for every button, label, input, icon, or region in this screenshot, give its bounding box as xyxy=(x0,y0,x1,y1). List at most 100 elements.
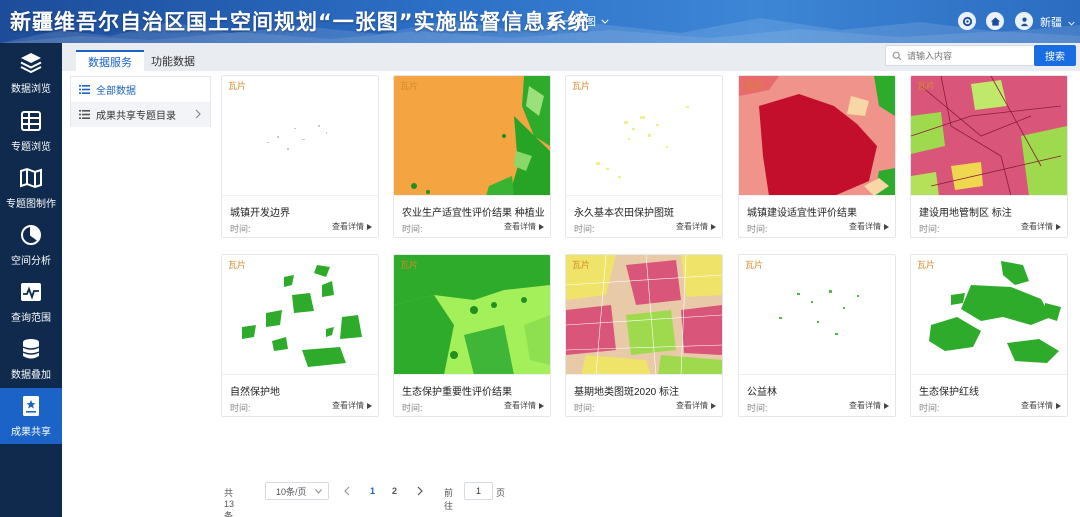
map-thumbnail xyxy=(911,255,1067,374)
chevron-down-icon xyxy=(601,19,609,24)
gear-icon xyxy=(962,16,972,26)
card-thumbnail xyxy=(911,76,1067,196)
card-thumbnail xyxy=(222,76,378,196)
card-time: 时间: xyxy=(747,403,768,413)
data-card-ecological-importance[interactable]: 瓦片 生态保护重要性评价结果 时间: 查看详情 xyxy=(393,254,551,417)
view-details-label: 查看详情 xyxy=(676,401,708,410)
sidebar-item-label: 数据叠加 xyxy=(11,370,51,381)
card-title: 建设用地管制区 标注 xyxy=(919,208,1012,219)
page-suffix-label: 页 xyxy=(496,488,506,498)
view-details-link[interactable]: 查看详情 xyxy=(332,400,372,411)
map-thumbnail xyxy=(911,76,1067,195)
map-thumbnail xyxy=(739,255,895,374)
view-details-link[interactable]: 查看详情 xyxy=(504,221,544,232)
card-time: 时间: xyxy=(402,403,423,413)
prev-page-button[interactable] xyxy=(342,485,352,497)
data-card-urban-construction-suitability[interactable]: 瓦片 城镇建设适宜性评价结果 时间: 查看详情 xyxy=(738,75,896,238)
sidebar-item-map-making[interactable]: 专题图制作 xyxy=(0,160,62,216)
header-divider xyxy=(535,13,536,31)
next-page-button[interactable] xyxy=(415,485,425,497)
page-number-1[interactable]: 1 xyxy=(370,486,375,496)
card-thumbnail xyxy=(394,255,550,375)
card-time: 时间: xyxy=(919,224,940,234)
sidebar-item-spatial-analysis[interactable]: 空间分析 xyxy=(0,217,62,273)
user-avatar-button[interactable] xyxy=(1015,12,1033,30)
tab-data-service[interactable]: 数据服务 xyxy=(76,50,144,71)
card-time: 时间: xyxy=(230,224,251,234)
sidebar-item-topic-browse[interactable]: 专题浏览 xyxy=(0,103,62,159)
data-card-urban-boundary[interactable]: 瓦片 城镇开发边界 时间: 查看详情 xyxy=(221,75,379,238)
sidebar-item-query-range[interactable]: 查询范围 xyxy=(0,274,62,330)
card-title: 农业生产适宜性评价结果 种植业 xyxy=(402,208,545,219)
card-thumbnail xyxy=(222,255,378,375)
search-button[interactable]: 搜索 xyxy=(1034,45,1076,66)
data-card-public-forest[interactable]: 瓦片 公益林 时间: 查看详情 xyxy=(738,254,896,417)
page-number-2[interactable]: 2 xyxy=(392,486,397,496)
view-details-link[interactable]: 查看详情 xyxy=(332,221,372,232)
category-label: 全部数据 xyxy=(96,86,136,97)
card-tag: 瓦片 xyxy=(228,260,247,270)
card-tag: 瓦片 xyxy=(228,81,247,91)
category-all-data[interactable]: 全部数据 xyxy=(71,77,210,102)
view-details-link[interactable]: 查看详情 xyxy=(504,400,544,411)
caret-right-icon xyxy=(1056,402,1061,409)
layers-icon xyxy=(20,53,42,74)
card-title: 生态保护重要性评价结果 xyxy=(402,387,512,398)
region-selector[interactable]: 新疆 xyxy=(1040,14,1075,30)
view-details-link[interactable]: 查看详情 xyxy=(676,221,716,232)
map-thumbnail xyxy=(394,255,550,374)
map-thumbnail xyxy=(222,76,378,195)
card-tag: 瓦片 xyxy=(745,81,764,91)
data-card-construction-land-control[interactable]: 瓦片 建设用地管制区 标注 时间: 查看详情 xyxy=(910,75,1068,238)
view-details-label: 查看详情 xyxy=(1021,222,1053,231)
settings-button[interactable] xyxy=(958,12,976,30)
page-size-select[interactable]: 10条/页 xyxy=(265,482,329,500)
category-share-catalog[interactable]: 成果共享专题目录 xyxy=(71,102,210,127)
goto-page-input[interactable] xyxy=(464,482,493,500)
view-details-link[interactable]: 查看详情 xyxy=(676,400,716,411)
home-button[interactable] xyxy=(986,12,1004,30)
view-details-label: 查看详情 xyxy=(849,401,881,410)
database-icon xyxy=(22,339,40,359)
tab-label: 数据服务 xyxy=(88,56,132,69)
view-details-link[interactable]: 查看详情 xyxy=(1021,400,1061,411)
map-thumbnail xyxy=(222,255,378,374)
search-input[interactable] xyxy=(907,50,1027,61)
caret-right-icon xyxy=(539,223,544,230)
category-panel: 全部数据 成果共享专题目录 xyxy=(70,76,211,127)
tab-function-data[interactable]: 功能数据 xyxy=(139,50,207,71)
app-title: 新疆维吾尔自治区国土空间规划“一张图”实施监督信息系统 xyxy=(10,10,590,34)
category-label: 成果共享专题目录 xyxy=(96,111,176,122)
view-details-link[interactable]: 查看详情 xyxy=(1021,221,1061,232)
pie-icon xyxy=(21,225,41,245)
card-time: 时间: xyxy=(919,403,940,413)
view-details-link[interactable]: 查看详情 xyxy=(849,400,889,411)
card-time: 时间: xyxy=(747,224,768,234)
data-card-nature-reserve[interactable]: 瓦片 自然保护地 时间: 查看详情 xyxy=(221,254,379,417)
scope-selector[interactable]: 一张图 xyxy=(546,13,609,29)
card-tag: 瓦片 xyxy=(917,81,936,91)
sidebar-item-data-browse[interactable]: 数据浏览 xyxy=(0,45,62,101)
sidebar-item-result-share[interactable]: 成果共享 xyxy=(0,388,62,444)
caret-right-icon xyxy=(367,223,372,230)
sidebar-item-data-overlay[interactable]: 数据叠加 xyxy=(0,331,62,387)
view-details-label: 查看详情 xyxy=(676,222,708,231)
user-icon xyxy=(1020,17,1028,26)
sidebar: 数据浏览 专题浏览 专题图制作 空间分析 查询范围 数据叠加 成果共享 xyxy=(0,43,62,517)
caret-right-icon xyxy=(1056,223,1061,230)
tab-label: 功能数据 xyxy=(151,55,195,68)
data-card-base-land-use-2020[interactable]: 瓦片 基期地类图斑2020 标注 时间: 查看详情 xyxy=(565,254,723,417)
sidebar-item-label: 查询范围 xyxy=(11,313,51,324)
card-time: 时间: xyxy=(574,403,595,413)
card-tag: 瓦片 xyxy=(572,260,591,270)
data-card-agriculture-suitability[interactable]: 瓦片 农业生产适宜性评价结果 种植业 时间: 查看详情 xyxy=(393,75,551,238)
data-card-ecological-redline[interactable]: 瓦片 生态保护红线 时间: 查看详情 xyxy=(910,254,1068,417)
data-card-permanent-farmland[interactable]: 瓦片 永久基本农田保护图斑 时间: 查看详情 xyxy=(565,75,723,238)
card-title: 城镇建设适宜性评价结果 xyxy=(747,208,857,219)
map-thumbnail xyxy=(739,76,895,195)
home-icon xyxy=(990,16,1000,26)
card-tag: 瓦片 xyxy=(400,81,419,91)
view-details-link[interactable]: 查看详情 xyxy=(849,221,889,232)
share-icon xyxy=(23,396,39,416)
search-input-wrapper[interactable] xyxy=(885,45,1035,66)
